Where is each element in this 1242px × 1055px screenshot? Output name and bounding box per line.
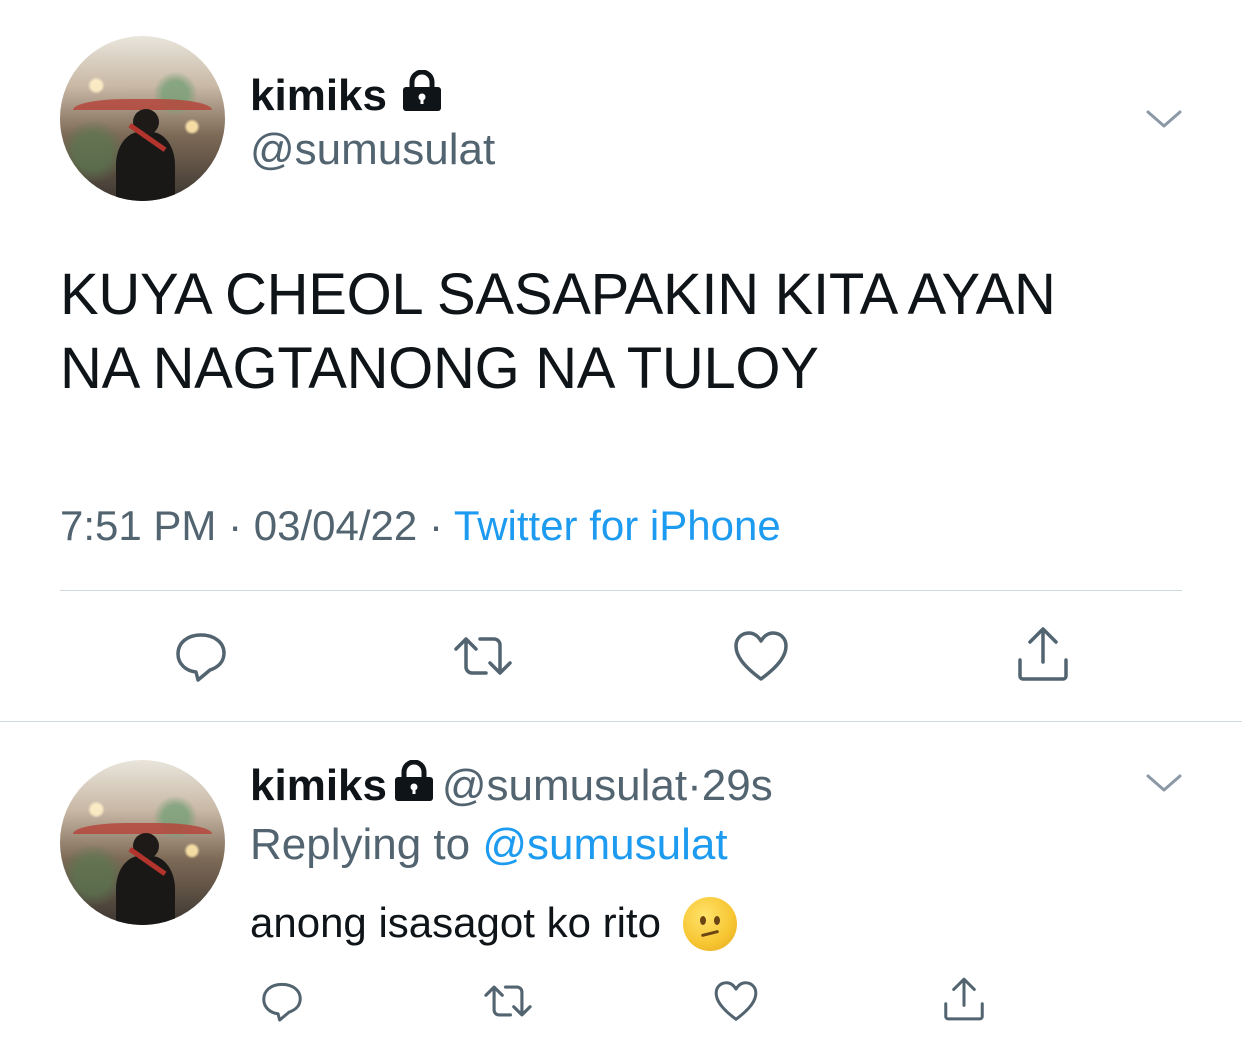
tweet-time: 7:51 PM — [60, 502, 217, 549]
retweet-button[interactable] — [480, 975, 536, 1027]
chevron-down-icon[interactable] — [1144, 102, 1184, 134]
replying-to-label: Replying to — [250, 820, 471, 869]
share-icon — [1018, 627, 1068, 681]
reply-text-content: anong isasagot ko rito — [250, 899, 661, 946]
reply-header: kimiks @sumusulat·29s — [250, 759, 773, 810]
reply-display-name[interactable]: kimiks — [250, 761, 387, 810]
avatar[interactable] — [60, 36, 225, 201]
reply-icon — [176, 633, 226, 682]
avatar-person-body — [116, 855, 176, 925]
reply-button[interactable] — [256, 975, 308, 1027]
tweet-source-link[interactable]: Twitter for iPhone — [454, 502, 781, 549]
tweet-text-line-2: NA NAGTANONG NA TULOY — [60, 336, 819, 401]
like-button[interactable] — [730, 625, 792, 687]
tweet-text: KUYA CHEOL SASAPAKIN KITA AYAN NA NAGTAN… — [60, 258, 1200, 406]
heart-icon — [714, 981, 758, 1021]
lock-icon — [391, 759, 437, 807]
replying-to: Replying to @sumusulat — [250, 823, 728, 867]
confused-face-emoji — [682, 897, 737, 951]
retweet-icon — [484, 985, 532, 1017]
handle[interactable]: @sumusulat — [250, 128, 495, 172]
share-button[interactable] — [938, 972, 990, 1026]
reply-text: anong isasagot ko rito — [250, 897, 737, 951]
lock-icon — [399, 69, 445, 120]
meta-separator: · — [228, 502, 243, 549]
display-name-row[interactable]: kimiks — [250, 69, 445, 120]
heart-icon — [734, 631, 788, 681]
share-button[interactable] — [1012, 622, 1074, 686]
tweet-date: 03/04/22 — [253, 502, 418, 549]
replying-to-handle[interactable]: @sumusulat — [482, 820, 727, 869]
tweet-meta: 7:51 PM · 03/04/22 · Twitter for iPhone — [60, 505, 781, 547]
share-icon — [944, 977, 984, 1021]
reply-icon — [262, 982, 302, 1022]
meta-separator: · — [687, 761, 702, 810]
display-name[interactable]: kimiks — [250, 71, 387, 120]
avatar-person-body — [116, 131, 176, 201]
tweet-text-line-1: KUYA CHEOL SASAPAKIN KITA AYAN — [60, 262, 1056, 327]
divider — [60, 590, 1182, 591]
retweet-icon — [454, 637, 512, 675]
reply-handle[interactable]: @sumusulat — [442, 761, 687, 810]
reply-avatar[interactable] — [60, 760, 225, 925]
retweet-button[interactable] — [450, 625, 516, 687]
reply-button[interactable] — [170, 625, 232, 687]
divider — [0, 721, 1242, 722]
meta-separator: · — [428, 502, 443, 549]
chevron-down-icon[interactable] — [1144, 766, 1184, 798]
reply-age[interactable]: 29s — [702, 761, 773, 810]
like-button[interactable] — [710, 975, 762, 1027]
